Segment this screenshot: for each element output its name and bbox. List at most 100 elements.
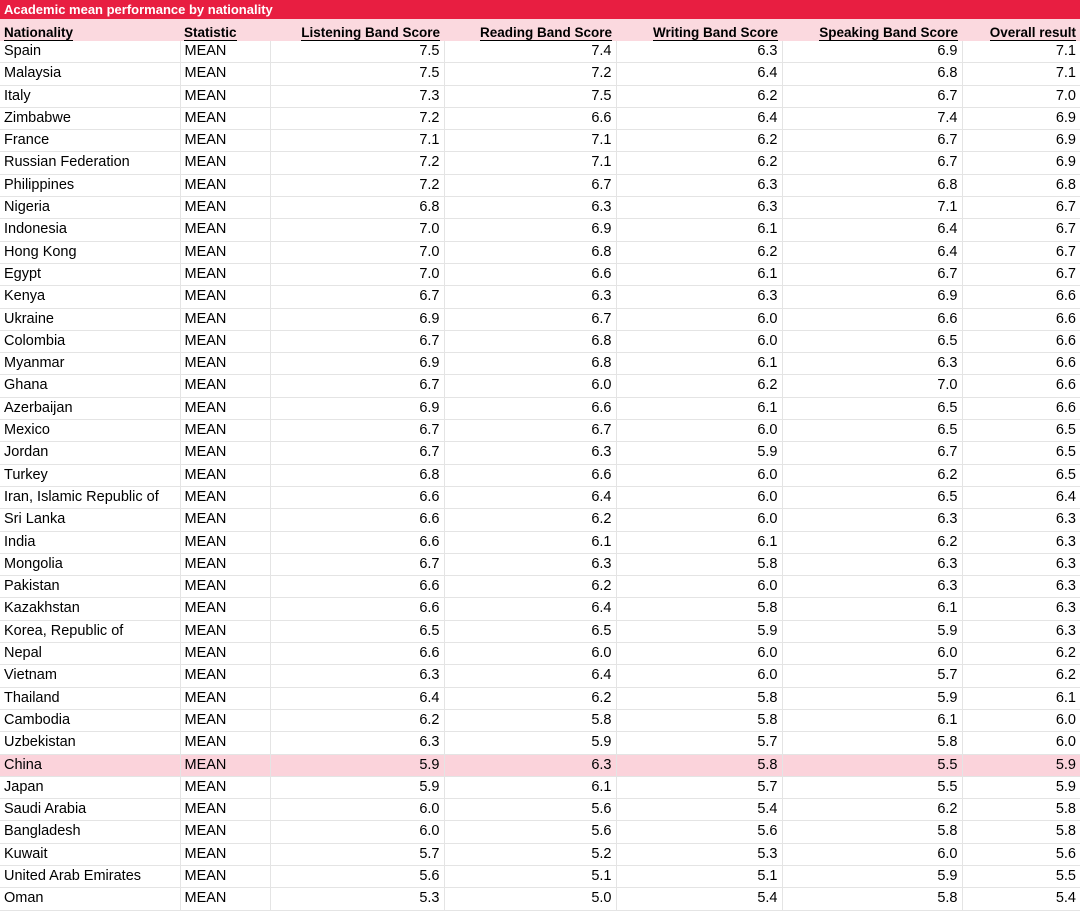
cell-listening[interactable]: 6.8 [270, 196, 445, 220]
column-header-nationality[interactable]: Nationality [0, 19, 180, 41]
cell-overall[interactable]: 6.3 [962, 597, 1080, 621]
cell-reading[interactable]: 6.6 [444, 397, 617, 421]
cell-writing[interactable]: 6.3 [616, 285, 783, 309]
cell-statistic[interactable]: MEAN [180, 308, 271, 331]
cell-statistic[interactable]: MEAN [180, 531, 271, 554]
cell-writing[interactable]: 5.4 [616, 798, 783, 822]
cell-listening[interactable]: 6.7 [270, 553, 445, 577]
cell-writing[interactable]: 6.1 [616, 352, 783, 376]
table-row[interactable]: Pakistan MEAN 6.6 6.2 6.0 6.3 6.3 [0, 575, 1080, 599]
cell-overall[interactable]: 6.3 [962, 575, 1080, 599]
cell-nationality[interactable]: India [0, 531, 181, 554]
cell-speaking[interactable]: 6.7 [782, 129, 963, 153]
cell-writing[interactable]: 5.8 [616, 597, 783, 621]
cell-statistic[interactable]: MEAN [180, 174, 271, 198]
cell-speaking[interactable]: 6.4 [782, 241, 963, 264]
cell-listening[interactable]: 6.6 [270, 575, 445, 599]
cell-statistic[interactable]: MEAN [180, 687, 271, 710]
cell-nationality[interactable]: Azerbaijan [0, 397, 181, 421]
cell-listening[interactable]: 6.7 [270, 441, 445, 465]
cell-nationality[interactable]: Uzbekistan [0, 731, 181, 755]
table-row[interactable]: Saudi Arabia MEAN 6.0 5.6 5.4 6.2 5.8 [0, 798, 1080, 822]
cell-reading[interactable]: 6.2 [444, 575, 617, 599]
cell-writing[interactable]: 6.0 [616, 664, 783, 688]
cell-overall[interactable]: 6.7 [962, 196, 1080, 220]
cell-overall[interactable]: 6.1 [962, 687, 1080, 710]
cell-writing[interactable]: 6.4 [616, 62, 783, 86]
cell-speaking[interactable]: 6.6 [782, 308, 963, 331]
table-row[interactable]: Nigeria MEAN 6.8 6.3 6.3 7.1 6.7 [0, 196, 1080, 220]
cell-speaking[interactable]: 6.7 [782, 441, 963, 465]
cell-writing[interactable]: 5.3 [616, 843, 783, 866]
table-row[interactable]: Zimbabwe MEAN 7.2 6.6 6.4 7.4 6.9 [0, 107, 1080, 131]
cell-writing[interactable]: 5.8 [616, 687, 783, 710]
cell-listening[interactable]: 6.6 [270, 642, 445, 666]
cell-overall[interactable]: 5.5 [962, 865, 1080, 889]
cell-reading[interactable]: 7.1 [444, 151, 617, 175]
cell-statistic[interactable]: MEAN [180, 731, 271, 755]
cell-overall[interactable]: 6.3 [962, 553, 1080, 577]
cell-statistic[interactable]: MEAN [180, 196, 271, 220]
cell-writing[interactable]: 6.0 [616, 419, 783, 443]
cell-reading[interactable]: 6.9 [444, 218, 617, 242]
cell-reading[interactable]: 6.8 [444, 352, 617, 376]
cell-writing[interactable]: 6.3 [616, 174, 783, 198]
cell-writing[interactable]: 5.1 [616, 865, 783, 889]
cell-listening[interactable]: 6.0 [270, 820, 445, 844]
cell-listening[interactable]: 6.0 [270, 798, 445, 822]
cell-statistic[interactable]: MEAN [180, 464, 271, 487]
column-header-speaking[interactable]: Speaking Band Score [782, 19, 962, 41]
cell-overall[interactable]: 5.6 [962, 843, 1080, 866]
cell-nationality[interactable]: Pakistan [0, 575, 181, 599]
table-row[interactable]: Turkey MEAN 6.8 6.6 6.0 6.2 6.5 [0, 464, 1080, 487]
cell-statistic[interactable]: MEAN [180, 330, 271, 354]
cell-listening[interactable]: 6.6 [270, 597, 445, 621]
cell-speaking[interactable]: 5.8 [782, 820, 963, 844]
cell-reading[interactable]: 6.4 [444, 664, 617, 688]
cell-overall[interactable]: 6.7 [962, 218, 1080, 242]
table-row[interactable]: Azerbaijan MEAN 6.9 6.6 6.1 6.5 6.6 [0, 397, 1080, 421]
cell-writing[interactable]: 6.2 [616, 374, 783, 398]
cell-speaking[interactable]: 6.3 [782, 508, 963, 532]
cell-overall[interactable]: 5.4 [962, 887, 1080, 911]
cell-writing[interactable]: 5.8 [616, 553, 783, 577]
cell-statistic[interactable]: MEAN [180, 285, 271, 309]
cell-statistic[interactable]: MEAN [180, 241, 271, 264]
cell-nationality[interactable]: Spain [0, 41, 181, 64]
cell-overall[interactable]: 5.8 [962, 798, 1080, 822]
column-header-listening[interactable]: Listening Band Score [270, 19, 444, 41]
cell-writing[interactable]: 6.1 [616, 397, 783, 421]
cell-reading[interactable]: 6.2 [444, 687, 617, 710]
cell-statistic[interactable]: MEAN [180, 798, 271, 822]
table-row[interactable]: Ukraine MEAN 6.9 6.7 6.0 6.6 6.6 [0, 308, 1080, 331]
cell-statistic[interactable]: MEAN [180, 62, 271, 86]
cell-statistic[interactable]: MEAN [180, 620, 271, 644]
column-header-writing[interactable]: Writing Band Score [616, 19, 782, 41]
table-row[interactable]: Mongolia MEAN 6.7 6.3 5.8 6.3 6.3 [0, 553, 1080, 577]
cell-nationality[interactable]: Korea, Republic of [0, 620, 181, 644]
cell-listening[interactable]: 7.2 [270, 174, 445, 198]
cell-listening[interactable]: 6.2 [270, 709, 445, 733]
cell-overall[interactable]: 6.2 [962, 664, 1080, 688]
cell-speaking[interactable]: 5.8 [782, 887, 963, 911]
cell-speaking[interactable]: 5.9 [782, 687, 963, 710]
cell-writing[interactable]: 6.0 [616, 330, 783, 354]
table-row[interactable]: Colombia MEAN 6.7 6.8 6.0 6.5 6.6 [0, 330, 1080, 354]
cell-statistic[interactable]: MEAN [180, 107, 271, 131]
cell-reading[interactable]: 5.2 [444, 843, 617, 866]
cell-nationality[interactable]: Ukraine [0, 308, 181, 331]
table-row[interactable]: Nepal MEAN 6.6 6.0 6.0 6.0 6.2 [0, 642, 1080, 666]
table-row[interactable]: Uzbekistan MEAN 6.3 5.9 5.7 5.8 6.0 [0, 731, 1080, 755]
cell-speaking[interactable]: 6.1 [782, 597, 963, 621]
column-header-overall[interactable]: Overall result [962, 19, 1080, 41]
cell-overall[interactable]: 6.6 [962, 330, 1080, 354]
cell-writing[interactable]: 6.1 [616, 531, 783, 554]
cell-reading[interactable]: 5.9 [444, 731, 617, 755]
cell-reading[interactable]: 7.2 [444, 62, 617, 86]
cell-overall[interactable]: 6.6 [962, 374, 1080, 398]
table-row[interactable]: China MEAN 5.9 6.3 5.8 5.5 5.9 [0, 754, 1080, 777]
cell-speaking[interactable]: 6.0 [782, 843, 963, 866]
cell-statistic[interactable]: MEAN [180, 419, 271, 443]
cell-reading[interactable]: 6.8 [444, 330, 617, 354]
cell-overall[interactable]: 5.8 [962, 820, 1080, 844]
